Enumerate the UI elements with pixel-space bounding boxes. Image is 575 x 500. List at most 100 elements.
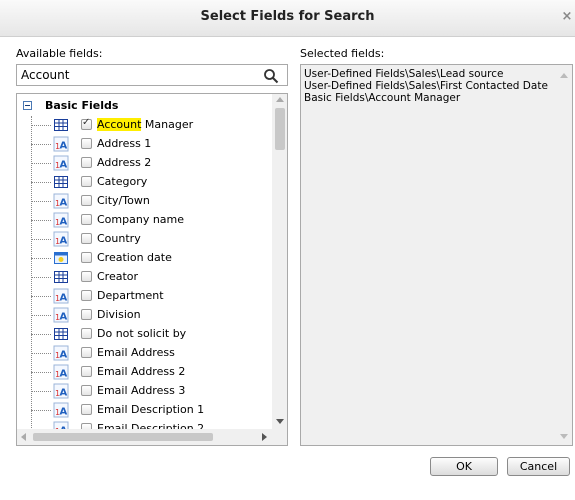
field-checkbox[interactable]: [81, 404, 92, 415]
svg-text:A: A: [60, 350, 68, 361]
field-checkbox[interactable]: [81, 138, 92, 149]
tree-connector: [31, 372, 51, 373]
text-field-icon: 1A: [53, 212, 69, 228]
field-row[interactable]: 1 A Address 1: [31, 135, 271, 154]
field-row[interactable]: 1 A Email Address 2: [31, 363, 271, 382]
field-row[interactable]: Do not solicit by: [31, 325, 271, 344]
tree-connector: [31, 277, 51, 278]
tree-connector: [31, 125, 51, 126]
field-label-text: Address 1: [97, 137, 152, 150]
grid-icon: [54, 119, 68, 131]
selected-field-item[interactable]: User-Defined Fields\Sales\First Contacte…: [304, 80, 548, 92]
field-checkbox[interactable]: [81, 385, 92, 396]
selected-fields-list[interactable]: User-Defined Fields\Sales\Lead source Us…: [300, 64, 573, 446]
field-row[interactable]: 1 A Email Address 3: [31, 382, 271, 401]
field-checkbox[interactable]: [81, 117, 92, 130]
scroll-down-icon[interactable]: [276, 419, 284, 424]
field-row[interactable]: 1 A Company name: [31, 211, 271, 230]
collapse-icon[interactable]: [23, 101, 32, 110]
tree-root-label: Basic Fields: [45, 99, 119, 112]
tree-connector: [31, 163, 51, 164]
field-label: Company name: [97, 213, 184, 226]
search-match-highlight: Account: [97, 118, 142, 131]
date-icon: [54, 252, 68, 264]
scroll-left-icon[interactable]: [21, 433, 26, 441]
tree-connector: [31, 201, 51, 202]
grid-icon: [54, 176, 68, 188]
text-field-icon: 1A: [53, 288, 69, 304]
field-label-text: Email Description 1: [97, 403, 205, 416]
vertical-scroll-thumb[interactable]: [275, 108, 285, 150]
tree-connector: [31, 353, 51, 354]
tree-connector: [31, 334, 51, 335]
field-label: Email Address 2: [97, 365, 185, 378]
horizontal-scroll-thumb[interactable]: [33, 433, 213, 441]
field-label-text: Do not solicit by: [97, 327, 187, 340]
text-field-icon: 1A: [53, 193, 69, 209]
field-search-input[interactable]: Account: [16, 64, 288, 86]
svg-text:A: A: [60, 141, 68, 152]
field-label: Creator: [97, 270, 138, 283]
scroll-up-icon[interactable]: [560, 73, 568, 78]
cancel-button[interactable]: Cancel: [507, 457, 570, 476]
field-row[interactable]: 1 A Address 2: [31, 154, 271, 173]
field-label-text: Email Address: [97, 346, 175, 359]
field-checkbox[interactable]: [81, 347, 92, 358]
field-checkbox[interactable]: [81, 157, 92, 168]
field-checkbox[interactable]: [81, 176, 92, 187]
field-label: Address 2: [97, 156, 151, 169]
field-label-text: Company name: [97, 213, 185, 226]
field-label: Category: [97, 175, 147, 188]
svg-text:A: A: [60, 407, 68, 418]
field-row[interactable]: Category: [31, 173, 271, 192]
field-label-text: Division: [97, 308, 141, 321]
field-row[interactable]: Creation date: [31, 249, 271, 268]
tree-connector: [31, 144, 51, 145]
svg-text:A: A: [60, 293, 68, 304]
field-row[interactable]: 1 A Email Description 1: [31, 401, 271, 420]
tree-connector: [31, 410, 51, 411]
field-label: Department: [97, 289, 164, 302]
field-checkbox[interactable]: [81, 328, 92, 339]
search-icon[interactable]: [263, 68, 279, 84]
grid-icon: [54, 271, 68, 283]
field-row[interactable]: 1 A Department: [31, 287, 271, 306]
dialog-titlebar: Select Fields for Search ×: [0, 0, 575, 37]
field-label-text: Category: [97, 175, 148, 188]
field-label-text: Creation date: [97, 251, 172, 264]
ok-button[interactable]: OK: [430, 457, 498, 476]
field-row[interactable]: 1 A Email Address: [31, 344, 271, 363]
field-checkbox[interactable]: [81, 366, 92, 377]
field-row[interactable]: 1 A City/Town: [31, 192, 271, 211]
field-row[interactable]: 1 A Division: [31, 306, 271, 325]
tree-connector: [31, 315, 51, 316]
tree-horizontal-scrollbar[interactable]: [17, 429, 287, 445]
field-row[interactable]: 1 A Country: [31, 230, 271, 249]
field-checkbox[interactable]: [81, 309, 92, 320]
close-icon[interactable]: ×: [561, 10, 573, 23]
text-field-icon: 1A: [53, 364, 69, 380]
field-row[interactable]: Account Manager: [31, 116, 271, 135]
text-field-icon: 1A: [53, 307, 69, 323]
tree-vertical-scrollbar[interactable]: [272, 94, 287, 429]
field-label: Account Manager: [97, 118, 193, 131]
scroll-down-icon[interactable]: [560, 434, 568, 439]
svg-text:A: A: [60, 312, 68, 323]
scroll-up-icon[interactable]: [276, 97, 284, 102]
field-label-text: City/Town: [97, 194, 150, 207]
field-checkbox[interactable]: [81, 290, 92, 301]
field-label: Do not solicit by: [97, 327, 186, 340]
selected-field-item[interactable]: User-Defined Fields\Sales\Lead source: [304, 68, 504, 80]
field-checkbox[interactable]: [81, 214, 92, 225]
field-checkbox[interactable]: [81, 233, 92, 244]
field-label-text: Email Address 3: [97, 384, 186, 397]
search-value: Account: [21, 68, 70, 82]
grid-icon: [54, 328, 68, 340]
field-checkbox[interactable]: [81, 195, 92, 206]
scroll-right-icon[interactable]: [262, 433, 267, 441]
available-fields-tree[interactable]: Basic Fields Account Manager 1A Address 1 1…: [16, 93, 288, 446]
field-checkbox[interactable]: [81, 271, 92, 282]
field-row[interactable]: Creator: [31, 268, 271, 287]
field-checkbox[interactable]: [81, 252, 92, 263]
selected-field-item[interactable]: Basic Fields\Account Manager: [304, 92, 460, 104]
